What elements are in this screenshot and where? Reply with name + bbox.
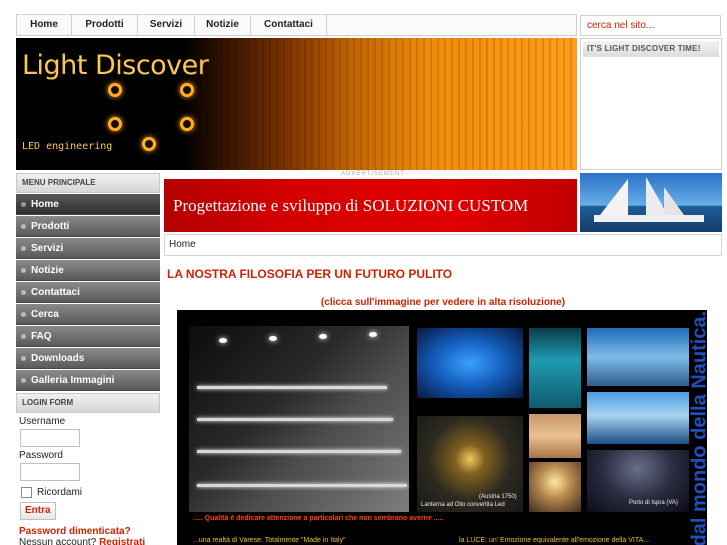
tab-servizi[interactable]: Servizi xyxy=(138,15,195,35)
menu-title: MENU PRINCIPALE xyxy=(16,173,160,193)
sidebar-item-label: Cerca xyxy=(31,309,59,320)
sidebar-item-label: Home xyxy=(31,199,59,210)
sidebar-item-home[interactable]: Home xyxy=(16,194,160,215)
led-dot-icon xyxy=(108,117,122,131)
collage-image[interactable]: (Austria 1750) Lanterna ad Olio converti… xyxy=(177,310,707,545)
ad-banner[interactable]: Progettazione e sviluppo di SOLUZIONI CU… xyxy=(164,179,577,232)
no-account-label: Nessun account? xyxy=(19,537,97,545)
lantern-photo: (Austria 1750) Lanterna ad Olio converti… xyxy=(417,416,523,512)
sidebar-item-galleria[interactable]: Galleria Immagini xyxy=(16,370,160,391)
tab-contattaci[interactable]: Contattaci xyxy=(251,15,327,35)
harbor-photo: Porto di Ispra (VA) xyxy=(587,450,689,512)
bullet-icon xyxy=(21,377,26,383)
bullet-icon xyxy=(21,223,26,229)
shelf xyxy=(197,484,407,487)
search-input[interactable] xyxy=(580,15,721,36)
shower-photo xyxy=(529,328,581,408)
yacht-sail-icon xyxy=(594,177,704,222)
spotlight xyxy=(319,334,327,339)
advertisement-label: ADVERTISEMENT xyxy=(341,171,405,177)
sidebar-item-downloads[interactable]: Downloads xyxy=(16,348,160,369)
banner-stripes xyxy=(206,38,577,170)
bottom-right-text: la LUCE: un' Emozione equivalente all'em… xyxy=(459,537,650,544)
forgot-password-link[interactable]: Password dimenticata? xyxy=(16,526,160,537)
site-tagline: LED engineering xyxy=(22,141,113,152)
remember-me[interactable]: Ricordami xyxy=(21,487,160,498)
bullet-icon xyxy=(21,355,26,361)
showroom-photo xyxy=(189,326,409,512)
sidebar-item-label: Galleria Immagini xyxy=(31,375,115,386)
top-navigation: Home Prodotti Servizi Notizie Contattaci xyxy=(16,14,577,36)
sidebar-item-label: Downloads xyxy=(31,353,85,364)
lamp-caption: Lanterna ad Olio convertita Led xyxy=(421,502,505,508)
header-banner: Light Discover LED engineering xyxy=(16,38,577,170)
bottom-left-text: ...una realtà di Varese. Totalmente "Mad… xyxy=(193,537,346,544)
no-account-line: Nessun account? Registrati xyxy=(16,537,160,545)
wall-light-photo xyxy=(529,414,581,458)
spotlight xyxy=(219,338,227,343)
bullet-icon xyxy=(21,201,26,207)
sidebar-item-label: FAQ xyxy=(31,331,52,342)
sidebar-item-label: Servizi xyxy=(31,243,64,254)
shelf xyxy=(197,418,393,421)
sidebar-item-cerca[interactable]: Cerca xyxy=(16,304,160,325)
login-form-title: LOGIN FORM xyxy=(16,393,160,413)
vertical-caption-text: dal mondo della Nautica... xyxy=(688,310,708,545)
vertical-caption: dal mondo della Nautica... xyxy=(685,310,708,545)
article-title: LA NOSTRA FILOSOFIA PER UN FUTURO PULITO xyxy=(167,267,453,281)
register-link[interactable]: Registrati xyxy=(99,537,145,545)
lamp-caption: (Austria 1750) xyxy=(479,494,517,500)
remember-checkbox[interactable] xyxy=(21,487,32,498)
led-dot-icon xyxy=(180,83,194,97)
sidebar-item-contattaci[interactable]: Contattaci xyxy=(16,282,160,303)
image-caption: (clicca sull'immagine per vedere in alta… xyxy=(320,297,566,308)
timebox-title: IT'S LIGHT DISCOVER TIME! xyxy=(583,41,719,57)
sidebar-item-label: Notizie xyxy=(31,265,64,276)
quality-text: ..... Qualità è dedicare attenzione a pa… xyxy=(193,515,444,522)
sidebar-item-label: Prodotti xyxy=(31,221,70,232)
pool-photo xyxy=(417,328,523,398)
username-field[interactable] xyxy=(20,429,80,447)
sidebar-item-faq[interactable]: FAQ xyxy=(16,326,160,347)
bullet-icon xyxy=(21,311,26,317)
boat-photo xyxy=(587,328,689,386)
led-dot-icon xyxy=(142,137,156,151)
tab-home[interactable]: Home xyxy=(17,15,72,35)
led-dot-icon xyxy=(180,117,194,131)
bullet-icon xyxy=(21,245,26,251)
stone-light-photo xyxy=(529,462,581,512)
sailboat-photo xyxy=(587,392,689,444)
sidebar: MENU PRINCIPALE Home Prodotti Servizi No… xyxy=(16,173,160,545)
remember-label: Ricordami xyxy=(37,487,83,498)
password-label: Password xyxy=(19,450,63,461)
site-logo: Light Discover xyxy=(22,50,209,81)
shelf xyxy=(197,450,401,453)
breadcrumb: Home xyxy=(164,234,722,256)
ad-text: Progettazione e sviluppo di SOLUZIONI CU… xyxy=(173,195,529,215)
bullet-icon xyxy=(21,267,26,273)
bullet-icon xyxy=(21,333,26,339)
login-button[interactable]: Entra xyxy=(20,502,56,520)
bullet-icon xyxy=(21,289,26,295)
sidebar-item-prodotti[interactable]: Prodotti xyxy=(16,216,160,237)
spotlight xyxy=(269,336,277,341)
shelf xyxy=(197,386,387,389)
tab-prodotti[interactable]: Prodotti xyxy=(72,15,138,35)
password-field[interactable] xyxy=(20,463,80,481)
harbor-caption: Porto di Ispra (VA) xyxy=(629,500,678,506)
sidebar-item-notizie[interactable]: Notizie xyxy=(16,260,160,281)
yacht-photo xyxy=(580,173,722,232)
led-dot-icon xyxy=(108,83,122,97)
light-discover-time-box: IT'S LIGHT DISCOVER TIME! xyxy=(580,38,722,170)
spotlight xyxy=(369,332,377,337)
username-label: Username xyxy=(19,416,66,427)
sidebar-item-servizi[interactable]: Servizi xyxy=(16,238,160,259)
sidebar-item-label: Contattaci xyxy=(31,287,80,298)
tab-notizie[interactable]: Notizie xyxy=(195,15,251,35)
